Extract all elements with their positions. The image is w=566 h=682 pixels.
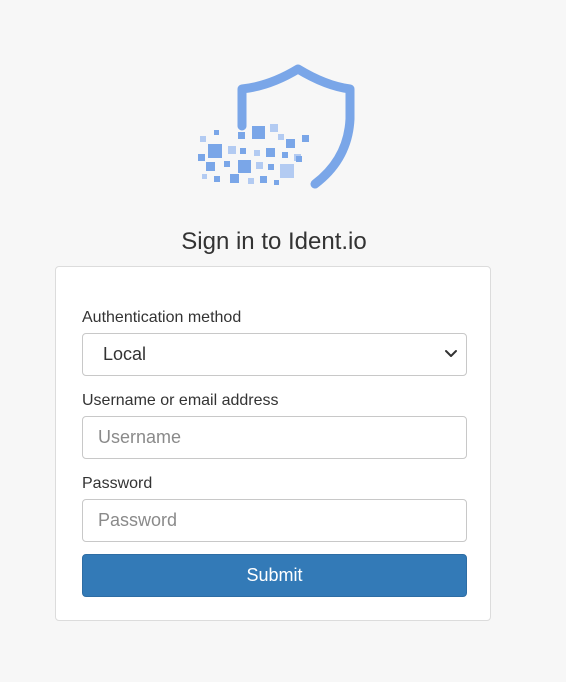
login-form-card: Authentication method Local Username or … <box>55 266 491 621</box>
shield-pixel-logo-icon <box>198 64 355 189</box>
username-label: Username or email address <box>82 392 279 409</box>
submit-button[interactable]: Submit <box>82 554 467 597</box>
auth-method-select[interactable]: Local <box>82 333 467 376</box>
password-input[interactable] <box>82 499 467 542</box>
auth-method-label: Authentication method <box>82 309 242 326</box>
auth-method-selected-value[interactable]: Local <box>82 333 467 376</box>
password-label: Password <box>82 475 153 492</box>
page-title: Sign in to Ident.io <box>181 228 367 255</box>
login-page: Sign in to Ident.io Authentication metho… <box>0 0 566 682</box>
chevron-down-icon[interactable] <box>443 346 459 362</box>
username-input[interactable] <box>82 416 467 459</box>
